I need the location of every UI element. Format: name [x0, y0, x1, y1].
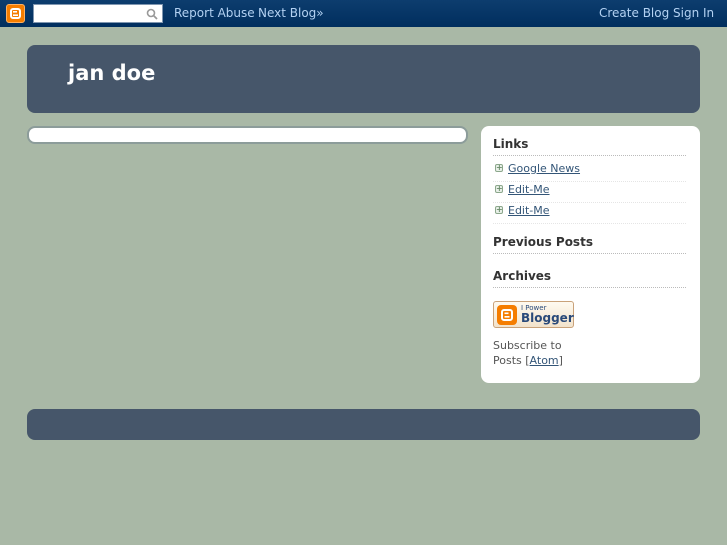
- report-abuse-link[interactable]: Report Abuse: [174, 6, 255, 20]
- bullet-icon: +: [495, 163, 503, 172]
- list-item: + Edit-Me: [493, 203, 686, 224]
- close-bracket: ]: [558, 354, 563, 367]
- blogger-navbar: Report Abuse Next Blog» Create Blog Sign…: [0, 0, 727, 27]
- main-content: [27, 126, 468, 144]
- sign-in-link[interactable]: Sign In: [673, 6, 714, 20]
- blogger-icon[interactable]: [6, 4, 25, 23]
- list-item: + Edit-Me: [493, 182, 686, 203]
- subscribe-text: Subscribe to: [493, 339, 562, 352]
- links-heading: Links: [493, 137, 686, 156]
- atom-feed-link[interactable]: Atom: [530, 354, 559, 367]
- archives-heading: Archives: [493, 269, 686, 288]
- subscribe-block: Subscribe to Posts [Atom]: [493, 338, 613, 368]
- sidebar: Links + Google News + Edit-Me + Edit-Me …: [481, 126, 700, 383]
- blog-title[interactable]: jan doe: [68, 61, 155, 85]
- create-blog-link[interactable]: Create Blog: [599, 6, 669, 20]
- search-icon[interactable]: [146, 8, 158, 20]
- search-input[interactable]: [33, 4, 163, 23]
- previous-posts-heading: Previous Posts: [493, 235, 686, 254]
- list-item: + Google News: [493, 161, 686, 182]
- blog-header: jan doe: [27, 45, 700, 113]
- blog-footer: [27, 409, 700, 440]
- badge-big-text: Blogger: [521, 311, 574, 325]
- bullet-icon: +: [495, 184, 503, 193]
- link-edit-me[interactable]: Edit-Me: [508, 204, 550, 217]
- powered-by-blogger-badge[interactable]: I Power Blogger: [493, 301, 574, 328]
- blogger-icon: [497, 305, 517, 325]
- link-google-news[interactable]: Google News: [508, 162, 580, 175]
- next-blog-link[interactable]: Next Blog»: [258, 6, 324, 20]
- bullet-icon: +: [495, 205, 503, 214]
- subscribe-posts-label: Posts: [493, 354, 522, 367]
- link-edit-me[interactable]: Edit-Me: [508, 183, 550, 196]
